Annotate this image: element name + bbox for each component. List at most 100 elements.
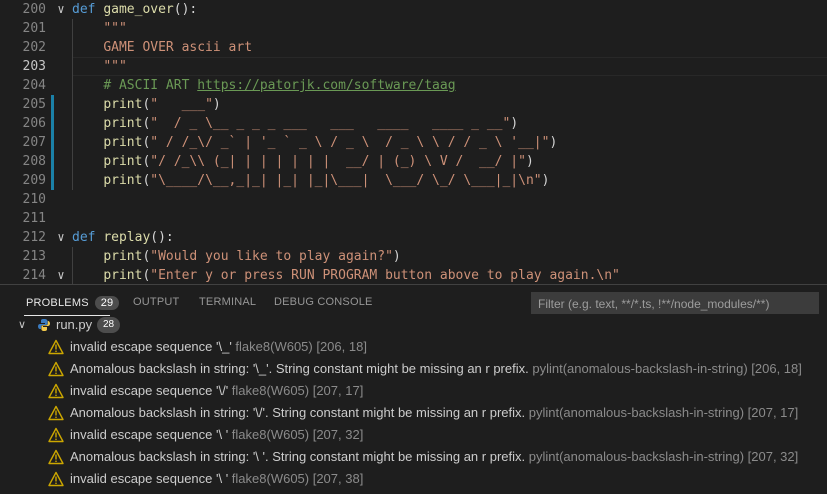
problem-source: pylint(anomalous-backslash-in-string) (532, 361, 752, 376)
line-number: 205 (22, 97, 46, 112)
line-number: 202 (22, 40, 46, 55)
line-number: 210 (22, 192, 46, 207)
fold-chevron-icon[interactable]: ∨ (54, 228, 68, 247)
code-text: """ (72, 19, 126, 38)
token-cmt: # ASCII ART (103, 78, 198, 93)
code-line[interactable]: 208 print("/ /_\\ (_| | | | | | | __/ | … (0, 152, 827, 171)
problems-count-badge: 29 (94, 296, 120, 310)
problem-text: Anomalous backslash in string: '\ '. Str… (70, 446, 798, 468)
tab-terminal-label: TERMINAL (199, 296, 257, 308)
problem-location: [206, 18] (751, 361, 802, 376)
problem-text: invalid escape sequence '\/' flake8(W605… (70, 380, 363, 402)
problem-text: invalid escape sequence '\_' flake8(W605… (70, 336, 367, 358)
token-fn: print (103, 154, 143, 169)
code-line[interactable]: 213 print("Would you like to play again?… (0, 247, 827, 266)
code-line[interactable]: 207 print(" / /_\/ _` | '_ ` _ \ / _ \ /… (0, 133, 827, 152)
problem-message: invalid escape sequence '\ ' (70, 471, 232, 486)
token-fn: print (103, 116, 143, 131)
problem-location: [207, 17] (747, 405, 799, 420)
problem-location: [207, 38] (312, 471, 364, 486)
code-line[interactable]: 211 (0, 209, 827, 228)
token-fn: game_over (103, 2, 174, 17)
problem-row[interactable]: Anomalous backslash in string: '\ '. Str… (0, 446, 827, 468)
problem-source: pylint(anomalous-backslash-in-string) (528, 449, 748, 464)
warning-icon (48, 449, 64, 465)
token: ) (541, 173, 550, 188)
chevron-down-icon[interactable]: ∨ (18, 314, 26, 336)
tab-problems-label: PROBLEMS (26, 297, 89, 309)
problem-row[interactable]: invalid escape sequence '\_' flake8(W605… (0, 336, 827, 358)
code-text: # ASCII ART https://patorjk.com/software… (72, 76, 455, 95)
code-text: def game_over(): (72, 0, 197, 19)
token-str: GAME OVER ascii art (103, 40, 253, 55)
line-number: 201 (22, 21, 46, 36)
warning-icon (48, 383, 64, 399)
problem-row[interactable]: invalid escape sequence '\/' flake8(W605… (0, 380, 827, 402)
problem-source: flake8(W605) (231, 471, 313, 486)
token-str: "\____/\__,_|_| |_| |_|\___| \___/ \_/ \… (150, 173, 542, 188)
code-line[interactable]: 214 ∨ print("Enter y or press RUN PROGRAM… (0, 266, 827, 284)
code-line[interactable]: 203 """ (0, 57, 827, 76)
tab-output[interactable]: OUTPUT (133, 296, 179, 308)
token-str: "/ /_\\ (_| | | | | | | __/ | (_) \ V / … (150, 154, 526, 169)
fold-chevron-icon[interactable]: ∨ (54, 266, 68, 284)
problem-message: Anomalous backslash in string: '\/'. Str… (70, 405, 529, 420)
line-number: 213 (22, 249, 46, 264)
code-line[interactable]: 202 GAME OVER ascii art (0, 38, 827, 57)
line-number: 212 (22, 230, 46, 245)
token-kw: def (72, 230, 96, 245)
code-text: print("Would you like to play again?") (72, 247, 400, 266)
token-str: " / _ \__ _ _ _ ___ ___ ____ ____ _ __" (150, 116, 511, 131)
code-line[interactable]: 201 """ (0, 19, 827, 38)
token: (): (173, 2, 198, 17)
problem-message: invalid escape sequence '\/' (70, 383, 232, 398)
code-text: print("\____/\__,_|_| |_| |_|\___| \___/… (72, 171, 549, 190)
code-line[interactable]: 212 ∨ def replay(): (0, 228, 827, 247)
file-group-row[interactable]: ∨ run.py 28 (0, 314, 827, 336)
file-problem-count: 28 (97, 317, 121, 333)
problem-row[interactable]: invalid escape sequence '\ ' flake8(W605… (0, 468, 827, 490)
tab-terminal[interactable]: TERMINAL (199, 296, 256, 308)
code-line[interactable]: 210 (0, 190, 827, 209)
line-number: 208 (22, 154, 46, 169)
problem-row[interactable]: Anomalous backslash in string: '\/'. Str… (0, 402, 827, 424)
tab-problems[interactable]: PROBLEMS 29 (26, 296, 120, 310)
tab-debug-console[interactable]: DEBUG CONSOLE (274, 296, 373, 308)
token: ) (212, 97, 221, 112)
line-number: 211 (22, 211, 46, 226)
code-line[interactable]: 206 print(" / _ \__ _ _ _ ___ ___ ____ _… (0, 114, 827, 133)
problem-source: flake8(W605) (235, 339, 317, 354)
code-text: print("Enter y or press RUN PROGRAM butt… (72, 266, 620, 284)
problems-filter-input[interactable]: Filter (e.g. text, **/*.ts, !**/node_mod… (531, 292, 819, 314)
problem-source: flake8(W605) (231, 427, 313, 442)
token: (): (150, 230, 174, 245)
token-fn: print (103, 268, 143, 283)
problem-row[interactable]: invalid escape sequence '\ ' flake8(W605… (0, 424, 827, 446)
token-fn: print (103, 173, 143, 188)
warning-icon (48, 339, 64, 355)
problem-location: [207, 32] (312, 427, 364, 442)
token-url[interactable]: https://patorjk.com/software/taag (197, 78, 455, 93)
code-line[interactable]: 209 print("\____/\__,_|_| |_| |_|\___| \… (0, 171, 827, 190)
line-number: 203 (22, 59, 46, 74)
code-line[interactable]: 204 # ASCII ART https://patorjk.com/soft… (0, 76, 827, 95)
token-fn: replay (103, 230, 151, 245)
problem-source: pylint(anomalous-backslash-in-string) (528, 405, 748, 420)
fold-chevron-icon[interactable]: ∨ (54, 0, 68, 19)
line-number: 204 (22, 78, 46, 93)
code-line[interactable]: 205 print(" ___") (0, 95, 827, 114)
problem-row[interactable]: Anomalous backslash in string: '\_'. Str… (0, 358, 827, 380)
code-line[interactable]: 200 ∨ def game_over(): (0, 0, 827, 19)
token: ) (549, 135, 558, 150)
modified-line-marker (51, 95, 54, 114)
line-number: 200 (22, 2, 46, 17)
problem-message: invalid escape sequence '\_' (70, 339, 236, 354)
code-editor[interactable]: 200 ∨ def game_over(): 201 """ 202 GAME OVER… (0, 0, 827, 284)
token-str: "Enter y or press RUN PROGRAM button abo… (150, 268, 620, 283)
